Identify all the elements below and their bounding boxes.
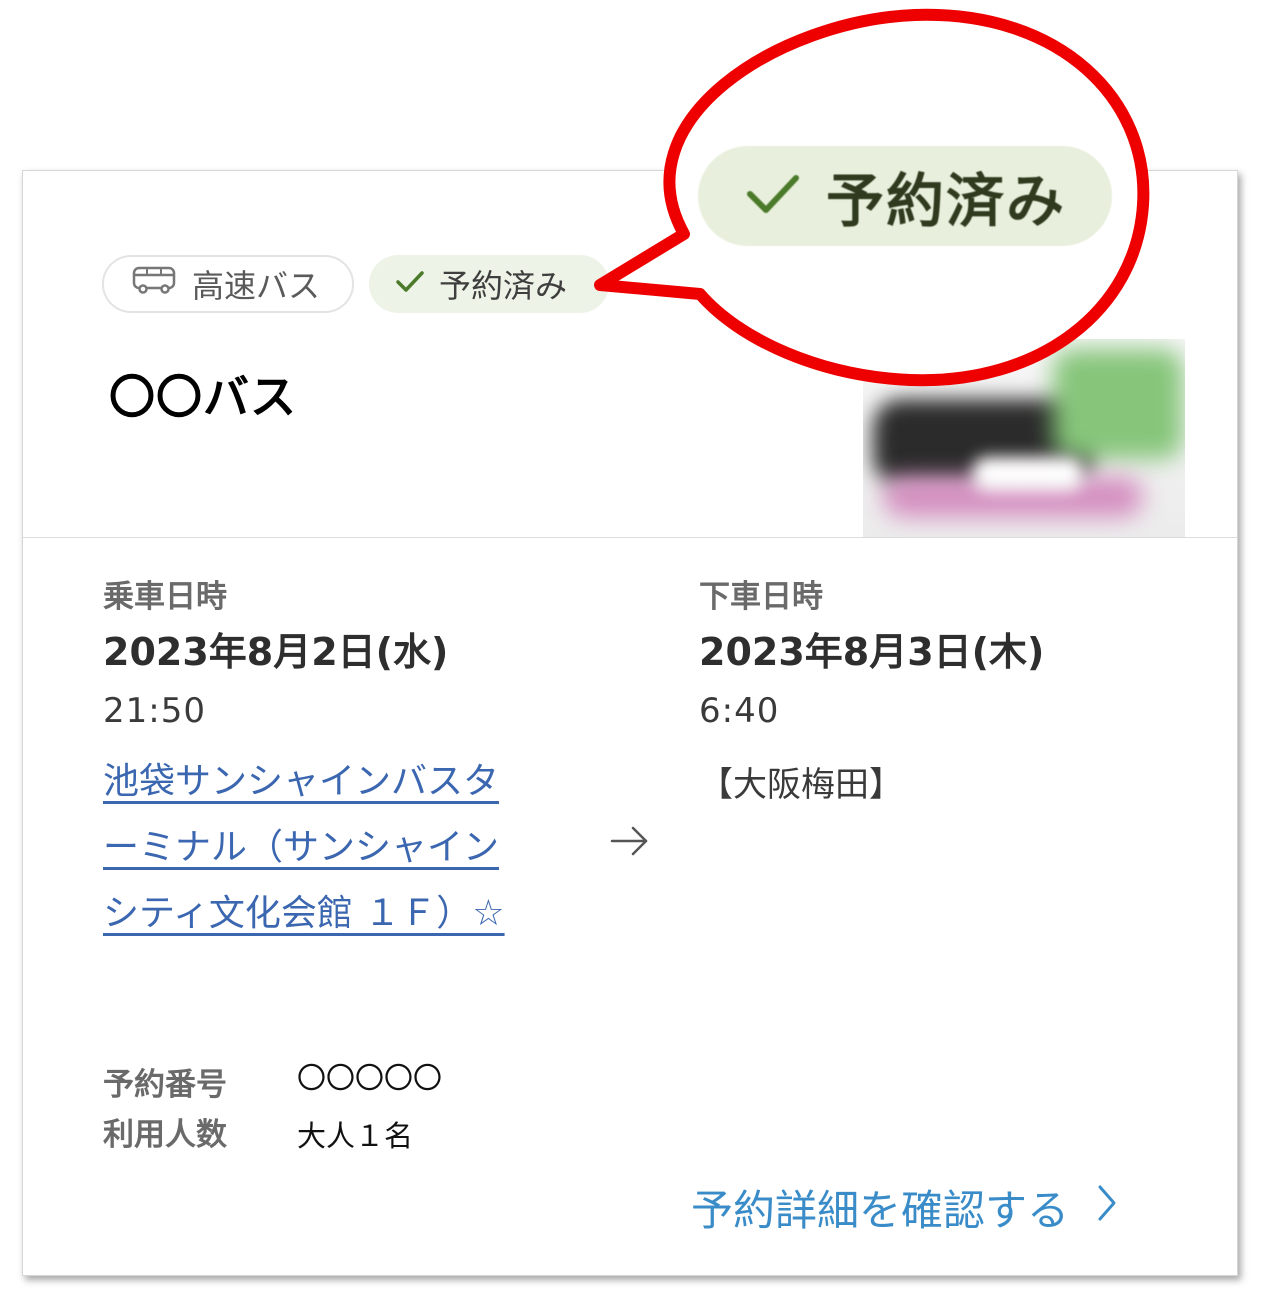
chevron-right-icon <box>1069 1183 1117 1232</box>
arrival-date: 2023年8月3日(木) <box>699 630 1045 674</box>
section-divider <box>23 537 1237 538</box>
bus-type-tag: 高速バス <box>102 255 354 313</box>
departure-date: 2023年8月2日(水) <box>103 630 449 674</box>
check-icon <box>395 265 425 303</box>
departure-time: 21:50 <box>103 691 206 731</box>
status-badge: 予約済み <box>369 255 609 313</box>
departure-label: 乗車日時 <box>103 579 227 615</box>
bus-thumbnail[interactable] <box>863 339 1185 537</box>
check-icon <box>746 172 800 220</box>
reservation-detail-label: 予約詳細を確認する <box>691 1186 1070 1235</box>
reservation-card: 高速バス 予約済み 〇〇バス 乗車日時 2023年8月2日(水) 21:50 池… <box>22 170 1238 1276</box>
arrival-label: 下車日時 <box>699 579 823 615</box>
callout-status-label: 予約済み <box>826 167 1067 235</box>
bus-icon <box>132 265 176 303</box>
reservation-number: 〇〇〇〇〇 <box>297 1061 443 1095</box>
bus-type-label: 高速バス <box>192 267 321 305</box>
arrival-stop: 【大阪梅田】 <box>699 765 903 805</box>
departure-stop-link[interactable]: 池袋サンシャインバスタ ーミナル（サンシャイン シティ文化会館 １Ｆ）☆ <box>103 749 553 947</box>
callout-status-badge: 予約済み <box>698 146 1112 246</box>
passengers-label: 利用人数 <box>103 1117 227 1153</box>
arrow-right-icon <box>609 823 651 863</box>
reservation-detail-link[interactable]: 予約詳細を確認する <box>691 1177 1117 1238</box>
bus-company-title: 〇〇バス <box>109 370 297 424</box>
status-label: 予約済み <box>439 267 568 305</box>
arrival-time: 6:40 <box>699 691 780 731</box>
reservation-number-label: 予約番号 <box>103 1067 227 1103</box>
passengers-value: 大人１名 <box>297 1119 414 1153</box>
